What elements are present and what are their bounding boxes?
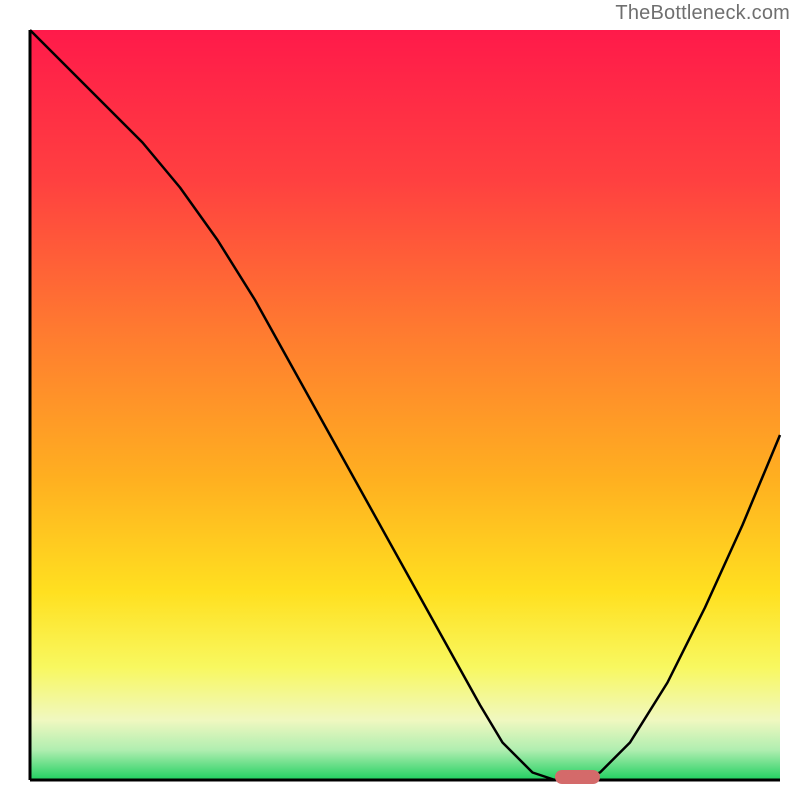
watermark-text: TheBottleneck.com <box>615 2 790 25</box>
bottleneck-chart <box>0 0 800 800</box>
chart-container: TheBottleneck.com <box>0 0 800 800</box>
optimal-marker <box>555 770 600 784</box>
